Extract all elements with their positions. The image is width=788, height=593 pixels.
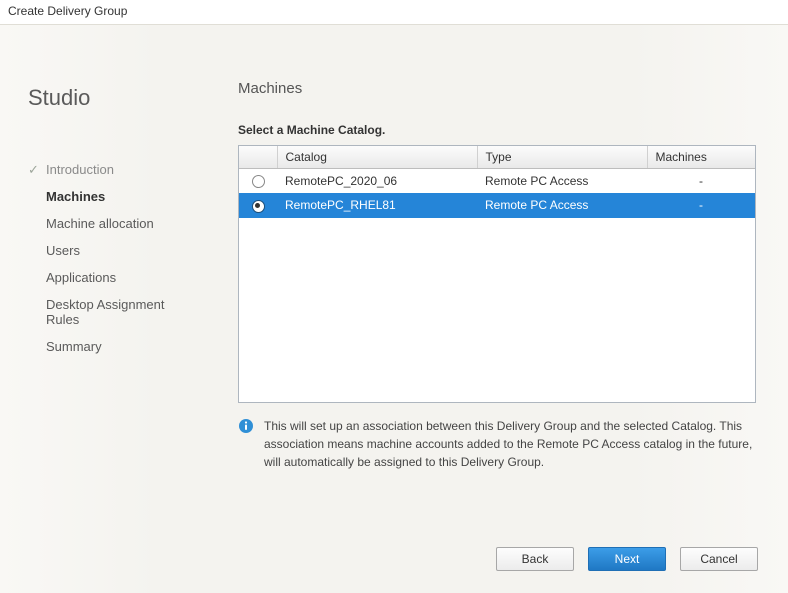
step-machines[interactable]: Machines — [28, 183, 200, 210]
table-row[interactable]: RemotePC_2020_06 Remote PC Access - — [239, 169, 755, 194]
header-catalog[interactable]: Catalog — [277, 146, 477, 169]
step-applications[interactable]: Applications — [28, 264, 200, 291]
radio-icon[interactable] — [252, 200, 265, 213]
table-header-row: Catalog Type Machines — [239, 146, 755, 169]
cell-type: Remote PC Access — [477, 193, 647, 217]
cell-machines: - — [647, 169, 755, 194]
info-icon — [238, 418, 258, 439]
main-panel: Machines Select a Machine Catalog. Catal… — [238, 80, 756, 471]
page-title: Machines — [238, 80, 756, 97]
info-text: This will set up an association between … — [264, 417, 756, 471]
instruction-label: Select a Machine Catalog. — [238, 123, 756, 137]
step-users[interactable]: Users — [28, 237, 200, 264]
step-introduction[interactable]: Introduction — [28, 156, 200, 183]
step-summary[interactable]: Summary — [28, 333, 200, 360]
wizard-steps: Introduction Machines Machine allocation… — [28, 156, 200, 360]
header-machines[interactable]: Machines — [647, 146, 755, 169]
cell-machines: - — [647, 193, 755, 217]
wizard-body: Studio Introduction Machines Machine all… — [0, 24, 788, 593]
cell-catalog: RemotePC_RHEL81 — [277, 193, 477, 217]
step-machine-allocation[interactable]: Machine allocation — [28, 210, 200, 237]
info-message: This will set up an association between … — [238, 417, 756, 471]
catalog-table: Catalog Type Machines RemotePC_2020_06 R… — [238, 145, 756, 403]
step-desktop-assignment-rules[interactable]: Desktop Assignment Rules — [28, 291, 200, 333]
cell-type: Remote PC Access — [477, 169, 647, 194]
sidebar: Studio Introduction Machines Machine all… — [0, 25, 220, 360]
radio-icon[interactable] — [252, 175, 265, 188]
back-button[interactable]: Back — [496, 547, 574, 571]
table-row[interactable]: RemotePC_RHEL81 Remote PC Access - — [239, 193, 755, 217]
next-button[interactable]: Next — [588, 547, 666, 571]
cell-catalog: RemotePC_2020_06 — [277, 169, 477, 194]
window-title: Create Delivery Group — [0, 0, 788, 24]
cancel-button[interactable]: Cancel — [680, 547, 758, 571]
header-type[interactable]: Type — [477, 146, 647, 169]
header-radio — [239, 146, 277, 169]
brand-title: Studio — [28, 85, 200, 111]
footer-buttons: Back Next Cancel — [496, 547, 758, 571]
